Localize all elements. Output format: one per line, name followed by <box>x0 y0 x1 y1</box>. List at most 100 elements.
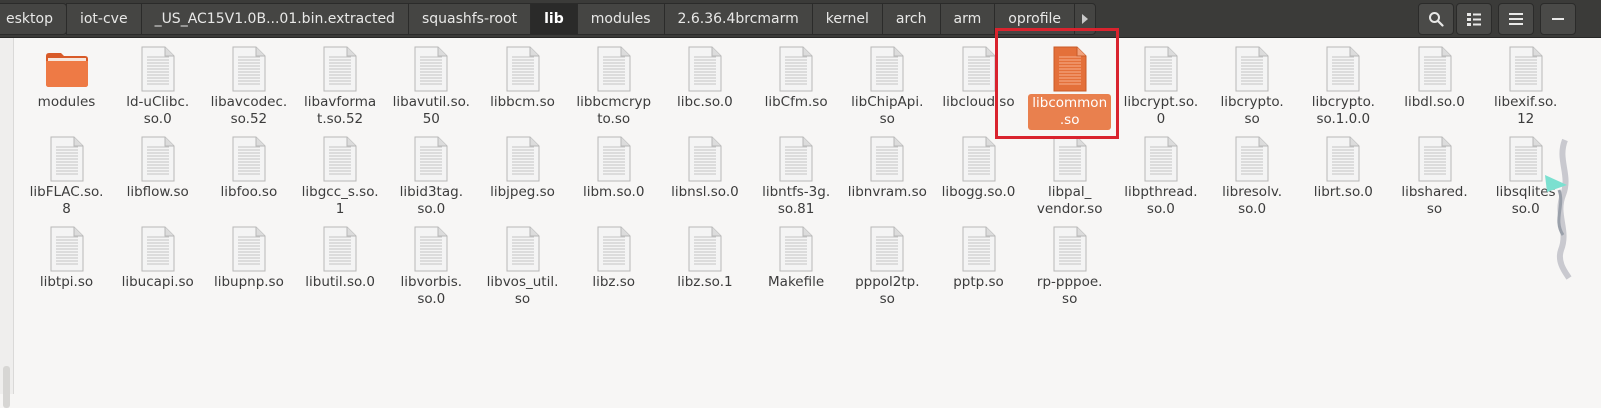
view-toggle-button[interactable] <box>1456 3 1492 35</box>
file-item-libavutil-so-50[interactable]: libavutil.so. 50 <box>387 40 476 127</box>
file-item-libresolv-so-0[interactable]: libresolv. so.0 <box>1208 130 1297 217</box>
file-item-libucapi-so[interactable]: libucapi.so <box>113 220 202 305</box>
document-icon <box>597 136 631 182</box>
document-icon <box>141 226 175 272</box>
breadcrumb-item--us-ac15v1-0b-01-bin-extracted[interactable]: _US_AC15V1.0B...01.bin.extracted <box>140 3 409 35</box>
file-item-pptp-so[interactable]: pptp.so <box>934 220 1023 305</box>
document-icon <box>1053 226 1087 272</box>
breadcrumb-item-squashfs-root[interactable]: squashfs-root <box>407 3 532 35</box>
file-item-libid3tag-so-0[interactable]: libid3tag. so.0 <box>387 130 476 217</box>
file-item-libexif-so-12[interactable]: libexif.so. 12 <box>1481 40 1570 127</box>
file-item-libfoo-so[interactable]: libfoo.so <box>204 130 293 215</box>
file-item-librt-so-0[interactable]: librt.so.0 <box>1299 130 1388 215</box>
document-icon <box>323 226 357 272</box>
file-label: pppol2tp. so <box>855 274 920 307</box>
file-item-libdl-so-0[interactable]: libdl.so.0 <box>1390 40 1479 125</box>
document-icon <box>688 136 722 182</box>
file-item-libavcodec-so-52[interactable]: libavcodec. so.52 <box>204 40 293 127</box>
file-item-libshared-so[interactable]: libshared. so <box>1390 130 1479 217</box>
sidebar-scrollbar[interactable] <box>3 366 10 408</box>
file-item-libutil-so-0[interactable]: libutil.so.0 <box>296 220 385 305</box>
document-icon <box>506 46 539 92</box>
file-label: libavutil.so. 50 <box>392 94 470 127</box>
file-item-libbcm-so[interactable]: libbcm.so <box>478 40 567 125</box>
file-label: libdl.so.0 <box>1404 94 1465 110</box>
file-label: libgcc_s.so. 1 <box>301 184 379 217</box>
breadcrumb-item-arm[interactable]: arm <box>939 3 996 35</box>
document-icon <box>779 226 813 272</box>
file-label: librt.so.0 <box>1313 184 1373 200</box>
file-item-libntfs-3g-so-81[interactable]: libntfs-3g. so.81 <box>752 130 841 217</box>
file-item-libflac-so-8[interactable]: libFLAC.so. 8 <box>22 130 111 217</box>
breadcrumb-item-lib[interactable]: lib <box>530 3 578 35</box>
file-item-libgcc-s-so-1[interactable]: libgcc_s.so. 1 <box>296 130 385 217</box>
file-item-libpal-vendor-so[interactable]: libpal_ vendor.so <box>1025 130 1114 217</box>
document-icon <box>1144 46 1178 92</box>
document-icon <box>1418 136 1451 182</box>
menu-button[interactable] <box>1498 3 1534 35</box>
file-item-libvos-util-so[interactable]: libvos_util. so <box>478 220 567 307</box>
breadcrumb-item-2-6-36-4brcmarm[interactable]: 2.6.36.4brcmarm <box>663 3 813 35</box>
file-item-makefile[interactable]: Makefile <box>752 220 841 305</box>
folder-item-modules[interactable]: modules <box>22 40 111 125</box>
file-item-libtpi-so[interactable]: libtpi.so <box>22 220 111 305</box>
breadcrumb-item-iot-cve[interactable]: iot-cve <box>65 3 142 35</box>
document-icon <box>232 226 266 272</box>
file-label: libz.so <box>592 274 636 290</box>
file-item-libcrypto-so[interactable]: libcrypto. so <box>1208 40 1297 127</box>
breadcrumb-item-modules[interactable]: modules <box>576 3 665 35</box>
file-label: libbcm.so <box>490 94 555 110</box>
file-label: libcrypto. so.1.0.0 <box>1311 94 1375 127</box>
file-label: libavcodec. so.52 <box>210 94 288 127</box>
desktop-mascot-image <box>1545 138 1572 280</box>
breadcrumb-item-esktop[interactable]: esktop <box>0 3 67 35</box>
document-icon <box>141 46 175 92</box>
file-label: libnsl.so.0 <box>671 184 739 200</box>
file-label: Makefile <box>768 274 825 290</box>
file-item-libupnp-so[interactable]: libupnp.so <box>204 220 293 305</box>
file-item-libz-so-1[interactable]: libz.so.1 <box>660 220 749 305</box>
file-item-libc-so-0[interactable]: libc.so.0 <box>660 40 749 125</box>
file-item-rp-pppoe-so[interactable]: rp-pppoe. so <box>1025 220 1114 307</box>
file-item-libpthread-so-0[interactable]: libpthread. so.0 <box>1116 130 1205 217</box>
search-button[interactable] <box>1418 3 1454 35</box>
file-item-libcrypto-so-1-0-0[interactable]: libcrypto. so.1.0.0 <box>1299 40 1388 127</box>
file-item-pppol2tp-so[interactable]: pppol2tp. so <box>843 220 932 307</box>
document-icon <box>50 136 83 182</box>
minimize-button[interactable] <box>1540 3 1576 35</box>
file-label: libCfm.so <box>764 94 828 110</box>
file-item-libvorbis-so-0[interactable]: libvorbis. so.0 <box>387 220 476 307</box>
file-label: libucapi.so <box>121 274 194 290</box>
document-icon <box>323 136 357 182</box>
file-item-ld-uclibc-so-0[interactable]: ld-uClibc. so.0 <box>113 40 202 127</box>
document-icon <box>597 226 631 272</box>
file-item-libz-so[interactable]: libz.so <box>569 220 658 305</box>
file-item-libbcmcrypto-so[interactable]: libbcmcryp to.so <box>569 40 658 127</box>
file-label: pptp.so <box>953 274 1004 290</box>
file-item-libm-so-0[interactable]: libm.so.0 <box>569 130 658 215</box>
file-item-libcfm-so[interactable]: libCfm.so <box>752 40 841 125</box>
file-label: libvos_util. so <box>486 274 559 307</box>
document-icon <box>597 46 631 92</box>
file-item-libchipapi-so[interactable]: libChipApi. so <box>843 40 932 127</box>
file-item-libavformat-so-52[interactable]: libavforma t.so.52 <box>296 40 385 127</box>
file-item-libnsl-so-0[interactable]: libnsl.so.0 <box>660 130 749 215</box>
file-item-libcrypt-so-0[interactable]: libcrypt.so. 0 <box>1116 40 1205 127</box>
document-icon <box>1326 136 1360 182</box>
breadcrumb-item-arch[interactable]: arch <box>881 3 941 35</box>
document-icon <box>1418 46 1451 92</box>
file-item-libogg-so-0[interactable]: libogg.so.0 <box>934 130 1023 215</box>
search-icon <box>1429 12 1444 27</box>
file-label: libbcmcryp to.so <box>576 94 652 127</box>
file-item-libnvram-so[interactable]: libnvram.so <box>843 130 932 215</box>
path-bar: esktop iot-cve _US_AC15V1.0B...01.bin.extr… <box>0 0 1601 38</box>
file-item-libjpeg-so[interactable]: libjpeg.so <box>478 130 567 215</box>
file-label: libogg.so.0 <box>941 184 1016 200</box>
breadcrumb-item-kernel[interactable]: kernel <box>811 3 883 35</box>
document-icon <box>870 136 904 182</box>
file-item-libflow-so[interactable]: libflow.so <box>113 130 202 215</box>
file-label: libz.so.1 <box>677 274 733 290</box>
document-icon <box>414 136 448 182</box>
file-label: libFLAC.so. 8 <box>29 184 104 217</box>
file-label: libexif.so. 12 <box>1494 94 1558 127</box>
